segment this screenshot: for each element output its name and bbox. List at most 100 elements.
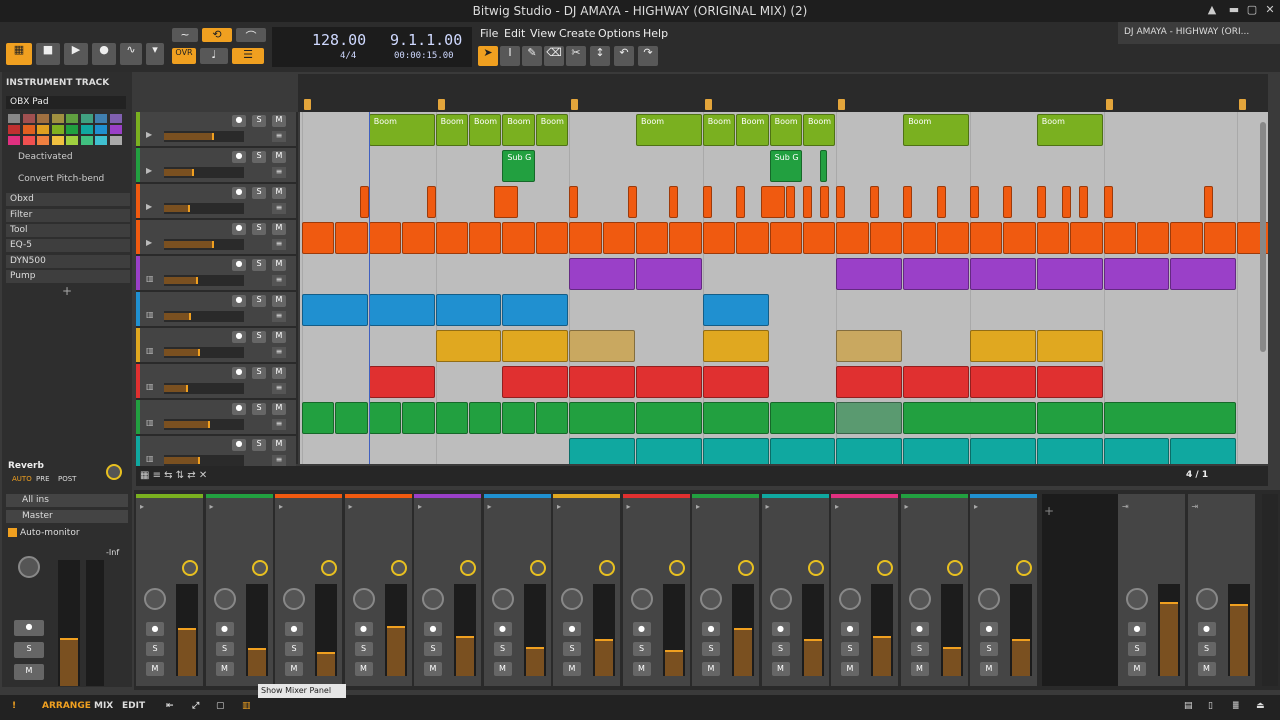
send-knob[interactable] <box>529 560 546 576</box>
palette-swatch[interactable] <box>109 136 122 145</box>
clip[interactable] <box>368 402 402 434</box>
track-menu-icon[interactable]: ≡ <box>272 419 286 430</box>
clip[interactable] <box>803 222 836 254</box>
clip[interactable] <box>970 330 1036 362</box>
arrangement-grid[interactable]: Boom Boom Boom Boom Boom Boom Boom Boom Boom Boom… <box>300 112 1268 464</box>
mixer-channel[interactable]: ▸ ● S M <box>900 494 968 686</box>
send-knob[interactable] <box>599 560 615 576</box>
cue-marker[interactable] <box>838 99 848 110</box>
solo-button[interactable]: S <box>632 642 651 656</box>
clip[interactable] <box>836 366 903 398</box>
clip[interactable] <box>903 366 969 398</box>
clip[interactable] <box>936 186 946 218</box>
tab-edit[interactable]: EDIT <box>122 701 145 711</box>
mixer-channel[interactable]: ▸ ● S M <box>622 494 690 686</box>
clip[interactable] <box>769 222 802 254</box>
track-menu-icon[interactable]: ≡ <box>272 239 286 250</box>
track-menu-icon[interactable]: ≡ <box>272 167 286 178</box>
palette-swatch[interactable] <box>51 114 64 123</box>
clip[interactable] <box>368 366 435 398</box>
clip[interactable] <box>602 222 635 254</box>
clip[interactable] <box>836 330 903 362</box>
track-volume-slider[interactable] <box>164 383 244 394</box>
loop-button[interactable]: ⟲ <box>202 28 232 42</box>
timeline-ruler[interactable] <box>298 74 1268 112</box>
clip[interactable] <box>636 366 702 398</box>
clip[interactable] <box>903 222 936 254</box>
palette-swatch[interactable] <box>80 114 93 123</box>
send-knob[interactable] <box>106 464 122 480</box>
solo-button[interactable]: S <box>771 642 790 656</box>
clip[interactable] <box>1103 258 1170 290</box>
position-display[interactable]: 9.1.1.00 <box>390 31 462 49</box>
palette-swatch[interactable] <box>95 136 107 145</box>
track-record-button[interactable]: ● <box>232 367 246 379</box>
cue-marker[interactable] <box>1239 99 1249 110</box>
clip[interactable] <box>669 186 679 218</box>
clip[interactable] <box>970 222 1003 254</box>
clip[interactable] <box>903 438 969 464</box>
pan-knob[interactable] <box>908 588 931 610</box>
mute-button[interactable]: M <box>563 662 581 676</box>
record-arm-button[interactable]: ● <box>702 622 720 636</box>
clip[interactable] <box>702 402 769 434</box>
clip[interactable] <box>569 366 635 398</box>
clip[interactable] <box>535 222 569 254</box>
play-button[interactable]: ▶ <box>64 43 88 65</box>
clip[interactable] <box>1036 438 1103 464</box>
cue-marker[interactable] <box>1105 99 1116 110</box>
mute-button[interactable]: M <box>702 662 720 676</box>
menu-options[interactable]: Options <box>598 27 640 40</box>
mixer-channel[interactable]: ▸ ● S M <box>831 494 898 686</box>
clip[interactable] <box>1003 186 1013 218</box>
clip[interactable] <box>502 330 569 362</box>
palette-swatch[interactable] <box>66 114 78 123</box>
clip[interactable] <box>368 294 435 326</box>
clip[interactable] <box>1170 438 1237 464</box>
track-record-button[interactable]: ● <box>232 259 246 271</box>
add-device-icon[interactable]: + <box>62 284 72 298</box>
mixer-channel[interactable]: ▸ ● S M <box>275 494 342 686</box>
clip[interactable] <box>1103 186 1113 218</box>
pan-knob[interactable] <box>491 588 514 610</box>
clip[interactable] <box>869 222 903 254</box>
mute-button[interactable]: M <box>771 662 790 676</box>
cue-marker[interactable] <box>704 99 715 110</box>
clip[interactable] <box>1103 438 1170 464</box>
clip[interactable] <box>836 186 846 218</box>
mute-button[interactable]: M <box>980 662 998 676</box>
device-obxd[interactable]: Obxd <box>6 193 130 206</box>
clip[interactable] <box>1137 222 1170 254</box>
clip[interactable] <box>627 186 637 218</box>
record-arm-button[interactable]: ● <box>1128 622 1146 636</box>
maximize-icon[interactable]: ▢ <box>1244 3 1260 19</box>
clip[interactable] <box>469 222 502 254</box>
track-header[interactable]: ● S M ▥ ≡ <box>136 328 296 362</box>
track-header[interactable]: ● S M ▶ ≡ <box>136 148 296 182</box>
send-knob[interactable] <box>251 560 268 576</box>
clip[interactable] <box>836 222 869 254</box>
mute-button[interactable]: M <box>841 662 859 676</box>
clip[interactable] <box>402 222 435 254</box>
record-arm-button[interactable]: ● <box>1197 622 1216 636</box>
solo-button[interactable]: S <box>424 642 442 656</box>
clip[interactable]: Boom <box>368 114 435 146</box>
clip[interactable] <box>769 438 836 464</box>
track-menu-icon[interactable]: ≡ <box>272 203 286 214</box>
punch-button[interactable]: ⌒ <box>236 28 266 43</box>
clip[interactable] <box>502 294 569 326</box>
send-knob[interactable] <box>877 560 893 576</box>
browser-icon[interactable]: ▤ <box>1184 701 1193 711</box>
clip[interactable] <box>435 222 468 254</box>
clip[interactable] <box>502 222 535 254</box>
clip[interactable] <box>1036 222 1070 254</box>
redo-icon[interactable]: ↷ <box>638 46 658 66</box>
menu-help[interactable]: Help <box>643 27 668 40</box>
snap-tool-icon[interactable]: ↕ <box>590 46 610 66</box>
mixer-channel[interactable]: ▸ ● S M <box>970 494 1037 686</box>
solo-button[interactable]: S <box>1197 642 1216 656</box>
mixer-channel[interactable]: ▸ ● S M <box>692 494 759 686</box>
clip[interactable] <box>702 438 769 464</box>
groove-button[interactable]: ☰ <box>232 48 264 64</box>
menu-file[interactable]: File <box>480 27 498 40</box>
